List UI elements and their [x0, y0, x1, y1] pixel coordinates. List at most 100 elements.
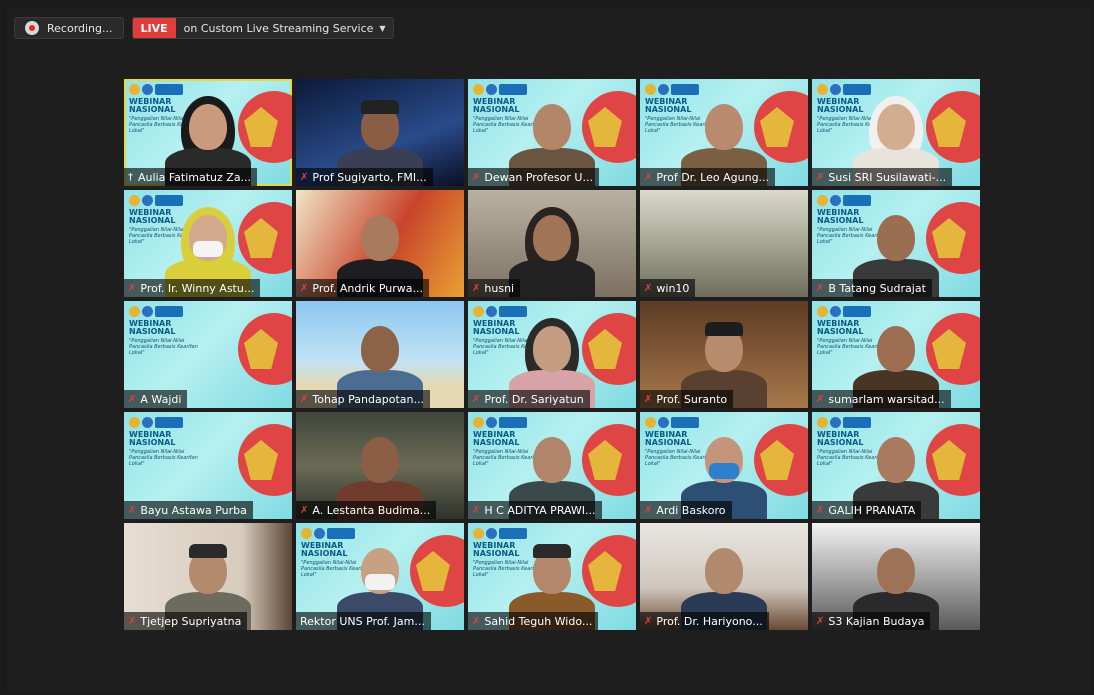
participant-name: Tohap Pandapotan... [312, 392, 424, 406]
participant-name-label: ✗ win10 [640, 279, 696, 297]
mic-muted-icon: ✗ [300, 171, 309, 183]
participant-tile[interactable]: WEBINAR NASIONAL "Penggalian Nilai-Nilai P… [640, 412, 808, 519]
participant-tile[interactable]: ✗ Tjetjep Supriyatna [124, 523, 292, 630]
participant-name: B Tatang Sudrajat [828, 281, 926, 295]
uns-logo-icon [473, 528, 484, 539]
uns-logo-icon [129, 417, 140, 428]
video-gallery: WEBINAR NASIONAL "Penggalian Nilai-Nilai P… [124, 79, 980, 630]
participant-name: Dewan Profesor U... [484, 170, 593, 184]
live-badge: LIVE [132, 18, 176, 38]
participant-name: Prof. Dr. Sariyatun [484, 392, 584, 406]
uns-logo-icon [817, 306, 828, 317]
participant-video [507, 201, 597, 297]
participant-name-label: ✗ Prof. Ir. Winny Astu... [124, 279, 261, 297]
participant-name: Prof. Suranto [656, 392, 728, 406]
participant-tile[interactable]: ✗ A. Lestanta Budima... [296, 412, 464, 519]
participant-tile[interactable]: WEBINAR NASIONAL "Penggalian Nilai-Nilai P… [124, 190, 292, 297]
participant-tile[interactable]: ✗ S3 Kajian Budaya [812, 523, 980, 630]
participant-name-label: ✗ Ardi Baskoro [640, 501, 732, 519]
recording-label: Recording... [47, 21, 113, 35]
kemdikbud-logo-icon [486, 417, 497, 428]
participant-tile[interactable]: WEBINAR NASIONAL "Penggalian Nilai-Nilai P… [124, 301, 292, 408]
participant-name: Ardi Baskoro [656, 503, 726, 517]
participant-name: GALIH PRANATA [828, 503, 916, 517]
mic-muted-icon: ✗ [300, 282, 309, 294]
participant-tile[interactable]: ✗ husni [468, 190, 636, 297]
participant-name: Prof. Dr. Hariyono... [656, 614, 763, 628]
participant-name: Tjetjep Supriyatna [140, 614, 242, 628]
kemdikbud-logo-icon [142, 195, 153, 206]
kemdikbud-logo-icon [486, 84, 497, 95]
participant-name: sumarlam warsitad... [828, 392, 945, 406]
participant-tile[interactable]: WEBINAR NASIONAL "Penggalian Nilai-Nilai P… [124, 412, 292, 519]
uns-logo-icon [301, 528, 312, 539]
participant-name-label: ✗ sumarlam warsitad... [812, 390, 951, 408]
participant-name: Prof Sugiyarto, FMI... [312, 170, 427, 184]
participant-tile[interactable]: WEBINAR NASIONAL "Penggalian Nilai-Nilai P… [124, 79, 292, 186]
participant-tile[interactable]: WEBINAR NASIONAL "Penggalian Nilai-Nilai P… [640, 79, 808, 186]
mic-muted-icon: ✗ [128, 504, 137, 516]
participant-name: Prof Dr. Leo Agung... [656, 170, 770, 184]
uns-logo-icon [473, 84, 484, 95]
participant-tile[interactable]: WEBINAR NASIONAL "Penggalian Nilai-Nilai P… [812, 301, 980, 408]
participant-tile[interactable]: ✗ Prof. Suranto [640, 301, 808, 408]
participant-name-label: ✗ Prof Dr. Leo Agung... [640, 168, 776, 186]
slide-subtitle: "Penggalian Nilai-Nilai Pancasila Berbas… [129, 338, 198, 356]
uns-logo-icon [645, 417, 656, 428]
uns-logo-icon [129, 195, 140, 206]
participant-name: Prof. Andrik Purwa... [312, 281, 423, 295]
mic-muted-icon: ✗ [816, 282, 825, 294]
participant-tile[interactable]: WEBINAR NASIONAL "Penggalian Nilai-Nilai P… [812, 190, 980, 297]
participant-name: A Wajdi [140, 392, 182, 406]
chevron-down-icon[interactable]: ▼ [379, 24, 392, 33]
participant-tile[interactable]: ✗ win10 [640, 190, 808, 297]
kemdikbud-logo-icon [830, 84, 841, 95]
kemdikbud-logo-icon [142, 417, 153, 428]
participant-name-label: ✗ S3 Kajian Budaya [812, 612, 931, 630]
participant-name-label: ✗ Prof. Dr. Hariyono... [640, 612, 769, 630]
participant-tile[interactable]: WEBINAR NASIONAL "Penggalian Nilai-Nilai P… [468, 301, 636, 408]
participant-name-label: ✗ A Wajdi [124, 390, 188, 408]
participant-tile[interactable]: WEBINAR NASIONAL "Penggalian Nilai-Nilai P… [468, 79, 636, 186]
uns-logo-icon [473, 417, 484, 428]
participant-tile[interactable]: ✗ Prof. Dr. Hariyono... [640, 523, 808, 630]
participant-tile[interactable]: ✗ Prof. Andrik Purwa... [296, 190, 464, 297]
mic-muted-icon: ✗ [128, 282, 137, 294]
webinar-slide-text: WEBINAR NASIONAL "Penggalian Nilai-Nilai P… [129, 306, 207, 356]
participant-name-label: ✗ Susi SRI Susilawati-... [812, 168, 953, 186]
recording-button[interactable]: Recording... [14, 17, 124, 39]
kemdikbud-logo-icon [486, 306, 497, 317]
kemdikbud-logo-icon [142, 84, 153, 95]
slide-subtitle: "Penggalian Nilai-Nilai Pancasila Berbas… [129, 449, 198, 467]
mic-muted-icon: ✗ [300, 393, 309, 405]
participant-tile[interactable]: WEBINAR NASIONAL "Penggalian Nilai-Nilai P… [296, 523, 464, 630]
kampus-merdeka-logo-icon [155, 306, 183, 317]
participant-name: S3 Kajian Budaya [828, 614, 925, 628]
live-stream-button[interactable]: LIVE on Custom Live Streaming Service ▼ [131, 17, 394, 39]
participant-name: Sahid Teguh Wido... [484, 614, 593, 628]
meeting-toolbar: Recording... LIVE on Custom Live Streami… [14, 17, 394, 39]
participant-tile[interactable]: WEBINAR NASIONAL "Penggalian Nilai-Nilai P… [468, 412, 636, 519]
participant-name: Rektor UNS Prof. Jam... [300, 614, 425, 628]
participant-tile[interactable]: ✗ Tohap Pandapotan... [296, 301, 464, 408]
pin-icon: † [128, 171, 133, 183]
uns-logo-icon [129, 306, 140, 317]
participant-tile[interactable]: WEBINAR NASIONAL "Penggalian Nilai-Nilai P… [468, 523, 636, 630]
participant-tile[interactable]: ✗ Prof Sugiyarto, FMI... [296, 79, 464, 186]
uns-logo-icon [473, 306, 484, 317]
uns-logo-icon [645, 84, 656, 95]
mic-muted-icon: ✗ [300, 504, 309, 516]
mic-muted-icon: ✗ [816, 171, 825, 183]
mic-muted-icon: ✗ [472, 615, 481, 627]
participant-tile[interactable]: WEBINAR NASIONAL "Penggalian Nilai-Nilai P… [812, 412, 980, 519]
participant-name: Susi SRI Susilawati-... [828, 170, 947, 184]
slide-title-line2: NASIONAL [129, 327, 176, 336]
mic-muted-icon: ✗ [816, 393, 825, 405]
participant-name-label: ✗ Prof Sugiyarto, FMI... [296, 168, 433, 186]
participant-tile[interactable]: WEBINAR NASIONAL "Penggalian Nilai-Nilai P… [812, 79, 980, 186]
participant-name-label: ✗ husni [468, 279, 521, 297]
participant-name-label: ✗ Dewan Profesor U... [468, 168, 599, 186]
uns-logo-icon [817, 195, 828, 206]
mic-muted-icon: ✗ [644, 504, 653, 516]
participant-name-label: ✗ H C ADITYA PRAWI... [468, 501, 602, 519]
